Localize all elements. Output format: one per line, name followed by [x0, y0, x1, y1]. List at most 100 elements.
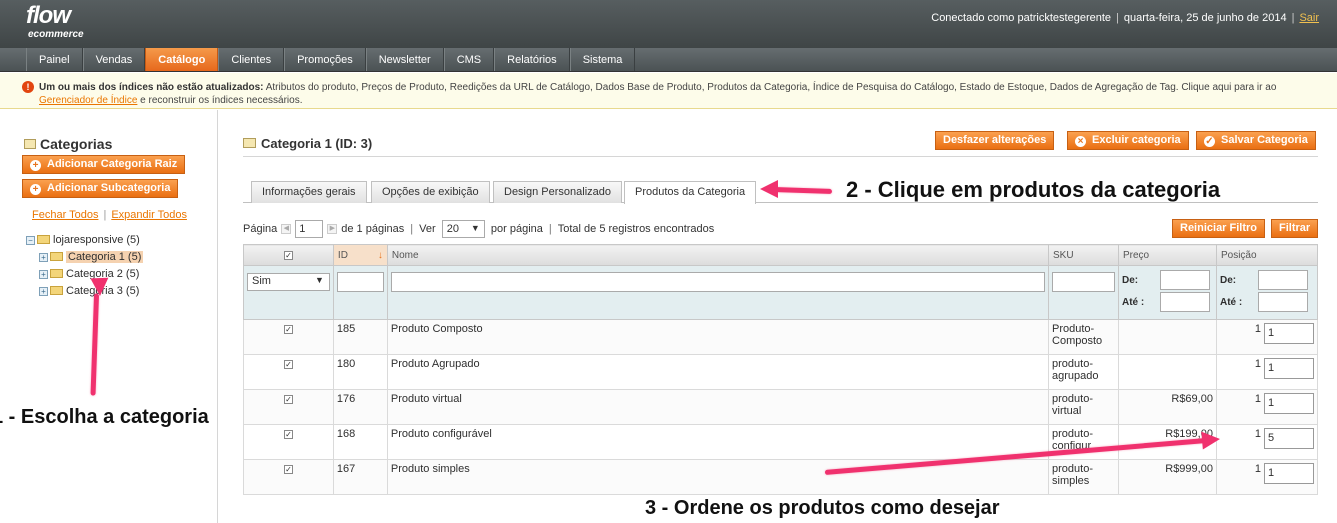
- collapse-toggle-icon[interactable]: −: [26, 236, 35, 245]
- position-input[interactable]: 1: [1264, 393, 1314, 414]
- tree-item-categoria-1[interactable]: + Categoria 1 (5): [39, 251, 144, 263]
- folder-icon: [37, 235, 50, 244]
- product-id: 167: [332, 459, 388, 495]
- tree-links: Fechar Todos | Expandir Todos: [32, 209, 187, 221]
- nav-item-relatorios[interactable]: Relatórios: [494, 48, 570, 71]
- row-select-cell: ✓: [243, 354, 334, 390]
- id-filter-input[interactable]: [336, 272, 384, 292]
- nav-item-cms[interactable]: CMS: [443, 48, 495, 71]
- expand-toggle-icon[interactable]: +: [39, 287, 48, 296]
- product-sku: produto-virtual: [1048, 389, 1119, 425]
- name-filter-input[interactable]: [390, 272, 1046, 292]
- nav-item-clientes[interactable]: Clientes: [218, 48, 285, 71]
- sku-line-2: virtual: [1052, 405, 1082, 417]
- row-select-cell: ✓: [243, 389, 334, 425]
- checkbox-icon[interactable]: ✓: [283, 360, 293, 369]
- page-title: Categoria 1 (ID: 3): [261, 136, 373, 151]
- checkbox-icon[interactable]: ✓: [283, 250, 293, 260]
- notice-title: Um ou mais dos índices não estão atualiz…: [39, 82, 264, 93]
- checkbox-icon[interactable]: ✓: [283, 325, 293, 334]
- sku-line-2: agrupado: [1052, 370, 1099, 382]
- id-column-header[interactable]: ID ↓: [332, 244, 388, 266]
- page-input[interactable]: 1: [295, 220, 324, 238]
- price-to-input[interactable]: [1159, 292, 1210, 312]
- notice-text: Atributos do produto, Preços de Produto,…: [263, 82, 1277, 93]
- tree-root[interactable]: − lojaresponsive (5): [26, 234, 140, 246]
- in-category-select[interactable]: Sim ▼: [247, 273, 330, 291]
- main-nav: Painel Vendas Catálogo Clientes Promoçõe…: [0, 48, 1337, 72]
- price-filter: De: Até :: [1117, 265, 1217, 320]
- position-to-input[interactable]: [1257, 292, 1308, 312]
- nav-item-vendas[interactable]: Vendas: [82, 48, 146, 71]
- position-column-header[interactable]: Posição: [1215, 244, 1319, 266]
- product-id: 168: [332, 424, 388, 460]
- sku-filter: [1048, 265, 1119, 320]
- product-sku: produto-simples: [1048, 459, 1119, 495]
- expand-all-link[interactable]: Expandir Todos: [111, 209, 187, 221]
- select-all-header[interactable]: ✓: [243, 244, 334, 266]
- user-info: Conectado como patricktestegerente | quart…: [931, 12, 1319, 24]
- position-value: 1: [1254, 393, 1261, 405]
- save-category-button[interactable]: ✓ Salvar Categoria: [1196, 131, 1316, 150]
- add-subcategory-button[interactable]: + Adicionar Subcategoria: [22, 179, 179, 198]
- prev-page-icon[interactable]: ◀: [281, 224, 292, 234]
- nav-item-sistema[interactable]: Sistema: [569, 48, 636, 71]
- tab-category-products[interactable]: Produtos da Categoria: [624, 181, 757, 204]
- tab-display-options[interactable]: Opções de exibição: [371, 181, 490, 203]
- delete-category-button[interactable]: × Excluir categoria: [1067, 131, 1189, 150]
- nav-item-catalogo[interactable]: Catálogo: [145, 48, 219, 71]
- categories-folder-icon: [24, 139, 36, 149]
- sku-line-1: produto-: [1052, 358, 1093, 370]
- position-input[interactable]: 1: [1264, 323, 1314, 344]
- filter-button[interactable]: Filtrar: [1271, 219, 1319, 238]
- expand-toggle-icon[interactable]: +: [39, 253, 48, 262]
- per-page-select[interactable]: 20 ▼: [441, 220, 485, 238]
- nav-item-painel[interactable]: Painel: [26, 48, 83, 71]
- table-row[interactable]: ✓ 180 Produto Agrupado produto-agrupado …: [243, 354, 1319, 390]
- tab-custom-design[interactable]: Design Personalizado: [493, 181, 623, 203]
- product-position: 1 1: [1215, 319, 1319, 355]
- position-to: Até :: [1220, 291, 1314, 313]
- name-column-header[interactable]: Nome: [386, 244, 1050, 266]
- sku-line-2: Composto: [1052, 335, 1103, 347]
- position-from-input[interactable]: [1257, 270, 1308, 290]
- product-price: R$69,00: [1117, 389, 1217, 425]
- price-from-input[interactable]: [1159, 270, 1210, 290]
- tree-root-label[interactable]: lojaresponsive (5): [53, 234, 140, 246]
- tree-item-categoria-2[interactable]: + Categoria 2 (5): [39, 268, 139, 280]
- reset-changes-button[interactable]: Desfazer alterações: [935, 131, 1055, 150]
- position-filter: De: Até :: [1215, 265, 1319, 320]
- tree-item-label[interactable]: Categoria 1 (5): [66, 251, 144, 263]
- expand-toggle-icon[interactable]: +: [39, 270, 48, 279]
- add-root-category-button[interactable]: + Adicionar Categoria Raiz: [22, 155, 186, 174]
- product-position: 1 5: [1215, 424, 1319, 460]
- per-page-label: por página: [490, 223, 543, 235]
- position-input[interactable]: 1: [1264, 358, 1314, 379]
- collapse-all-link[interactable]: Fechar Todos: [32, 209, 98, 221]
- tab-general-info[interactable]: Informações gerais: [251, 181, 367, 203]
- id-filter: [332, 265, 388, 320]
- price-column-header[interactable]: Preço: [1117, 244, 1217, 266]
- checkbox-icon[interactable]: ✓: [283, 465, 293, 474]
- logout-link[interactable]: Sair: [1299, 12, 1319, 24]
- from-label: De:: [1121, 274, 1139, 286]
- nav-item-promocoes[interactable]: Promoções: [284, 48, 366, 71]
- checkbox-icon[interactable]: ✓: [283, 430, 293, 439]
- product-id: 176: [332, 389, 388, 425]
- sku-filter-input[interactable]: [1052, 272, 1115, 292]
- tree-item-categoria-3[interactable]: + Categoria 3 (5): [39, 285, 139, 297]
- position-input[interactable]: 5: [1264, 428, 1314, 449]
- product-price: [1117, 319, 1217, 355]
- nav-item-newsletter[interactable]: Newsletter: [365, 48, 444, 71]
- table-row[interactable]: ✓ 176 Produto virtual produto-virtual R$…: [243, 389, 1319, 425]
- sku-column-header[interactable]: SKU: [1048, 244, 1119, 266]
- reset-filter-button[interactable]: Reiniciar Filtro: [1172, 219, 1266, 238]
- position-input[interactable]: 1: [1264, 463, 1314, 484]
- table-row[interactable]: ✓ 185 Produto Composto Produto- Composto …: [243, 319, 1319, 355]
- view-label: Ver: [419, 223, 436, 235]
- table-row[interactable]: ✓ 167 Produto simples produto-simples R$…: [243, 459, 1319, 495]
- index-manager-link[interactable]: Gerenciador de Índice: [39, 95, 137, 106]
- next-page-icon[interactable]: ▶: [327, 224, 338, 234]
- product-name: Produto virtual: [386, 389, 1050, 425]
- checkbox-icon[interactable]: ✓: [283, 395, 293, 404]
